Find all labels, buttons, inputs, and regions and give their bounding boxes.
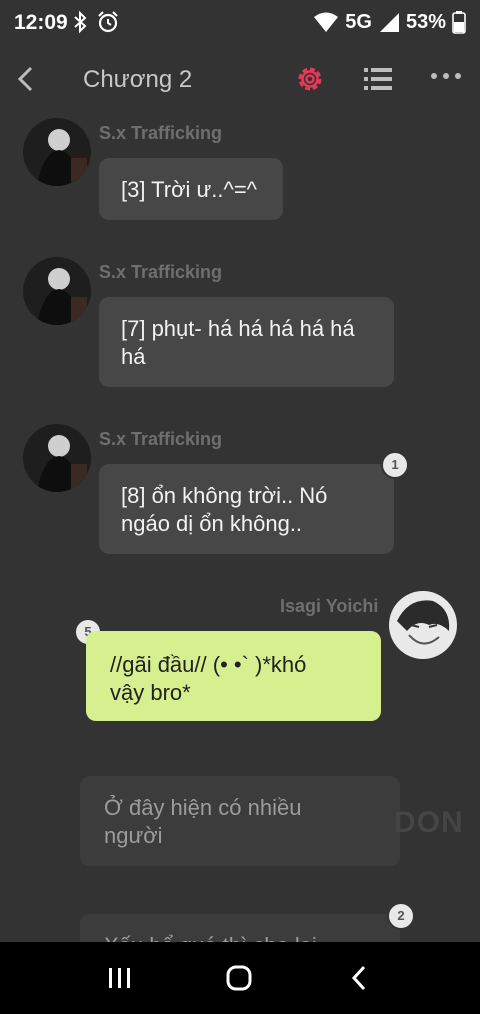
sender-name: Isagi Yoichi [280,596,379,616]
network-type: 5G [345,10,372,33]
status-time: 12:09 [14,11,68,34]
message-text-line: Ở đây hiện có nhiều [104,795,302,820]
sender-name: S.x Trafficking [99,429,223,449]
avatar[interactable] [389,591,457,659]
message-text-line: vậy bro* [110,680,191,705]
chat-header: Chương 2 [0,46,480,112]
message-bubble[interactable]: [8] ổn không trời.. Nó ngáo dị ổn không.… [99,464,394,554]
bluetooth-icon [74,10,87,34]
gear-icon[interactable] [295,64,325,94]
recent-apps-icon[interactable] [106,966,134,990]
battery-icon [452,11,466,34]
message-text-line: há [121,344,146,369]
sender-name: S.x Trafficking [99,262,223,282]
sender-name: S.x Trafficking [99,123,223,143]
alarm-icon [98,11,118,33]
message-bubble[interactable]: //gãi đầu// (• •` )*khó vậy bro* [86,631,381,721]
comment-count-badge[interactable]: 2 [387,902,415,930]
message-text-line: //gãi đầu// (• •` )*khó [110,652,307,677]
home-icon[interactable] [226,965,252,991]
status-bar: 12:09 5G 53% [0,0,480,46]
list-icon[interactable] [364,66,392,92]
more-options-icon[interactable] [430,70,462,82]
page-title: Chương 2 [83,66,193,93]
message-text-line: [8] ổn không trời.. Nó [121,483,328,508]
comment-count-badge[interactable]: 1 [381,451,409,479]
message-bubble[interactable]: Ở đây hiện có nhiều người [80,776,400,866]
wifi-icon [314,12,339,32]
signal-icon [379,13,399,32]
message-bubble[interactable]: [7] phụt- há há há há há há [99,297,394,387]
battery-percent: 53% [405,10,446,33]
watermark: DON [394,806,464,839]
system-nav-bar [0,942,480,1014]
message-text-line: người [104,823,163,848]
message-text: [3] Trời ư..^=^ [121,177,257,202]
avatar[interactable] [23,257,91,325]
message-text-line: [7] phụt- há há há há há [121,316,355,341]
avatar[interactable] [23,424,91,492]
message-bubble[interactable]: [3] Trời ư..^=^ [99,158,283,220]
avatar[interactable] [23,118,91,186]
back-arrow-icon[interactable] [12,62,42,96]
message-text-line: ngáo dị ổn không.. [121,511,303,536]
back-icon[interactable] [348,964,370,992]
